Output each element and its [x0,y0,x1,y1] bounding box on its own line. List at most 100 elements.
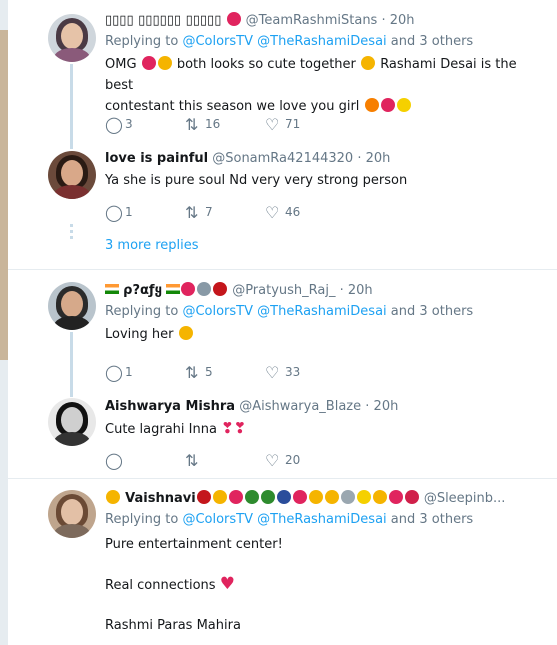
exclamation-heart-emoji: ❣ [233,419,247,437]
avatar[interactable] [48,398,96,446]
timeline-card: ▯▯▯▯ ▯▯▯▯▯▯ ▯▯▯▯▯ @TeamRashmiStans · 20h… [8,0,557,645]
tweet-text: Cute lagrahi Inna ❣❣ [105,419,247,437]
mention-link[interactable]: @ColorsTV [182,34,253,49]
heels-emoji [196,490,211,504]
replying-to: Replying to @ColorsTV @TheRashamiDesai a… [105,34,474,49]
heart-eyes-emoji [178,326,193,340]
halo-emoji [372,490,387,504]
mention-link[interactable]: @TheRashamiDesai [257,512,387,527]
heart-eyes-emoji [157,56,172,70]
tweet-text: OMG both looks so cute together Rashami … [105,56,517,114]
thread-line [70,332,73,397]
reply-button[interactable]: ◯ 1 [105,202,185,222]
party-popper-emoji [292,490,307,504]
avatar[interactable] [48,14,96,62]
retweet-icon: ⇅ [185,202,199,222]
like-button[interactable]: ♡ 71 [265,114,345,134]
like-button[interactable]: ♡ 46 [265,202,345,222]
red-heart-emoji: ♥ [219,574,235,594]
face-emoji [106,490,120,504]
reply-icon: ◯ [105,362,123,382]
exclamation-heart-emoji: ❣ [221,419,234,437]
mention-link[interactable]: @TheRashamiDesai [257,304,387,319]
like-icon: ♡ [265,362,280,382]
thread-dots [70,224,73,240]
trophy-emoji [324,490,339,504]
timestamp[interactable]: · 20h [340,283,373,298]
tweet-text: Loving her [105,324,547,345]
reply-button[interactable]: ◯ [105,450,185,470]
tweet-text: Real connections ♥ [105,574,235,594]
hearts-emoji [181,282,196,296]
tweet-actions: ◯ 3 ⇅ 16 ♡ 71 [105,114,345,134]
user-handle[interactable]: @Pratyush_Raj_ [232,283,335,298]
mention-link[interactable]: @TheRashamiDesai [257,34,387,49]
user-handle[interactable]: @SonamRa42144320 [212,151,353,166]
fireworks-emoji [276,490,291,504]
retweet-button[interactable]: ⇅ 7 [185,202,265,222]
tweet-text: Pure entertainment center! [105,537,283,552]
grin-emoji [361,56,376,70]
display-name[interactable]: Aishwarya Mishra [105,399,235,414]
swords-emoji [197,282,212,296]
hearts-emoji [388,490,403,504]
dizzy-emoji [356,490,371,504]
like-icon: ♡ [265,202,280,222]
lips-emoji [404,490,419,504]
reply-icon: ◯ [105,114,123,134]
india-flag-emoji [105,284,119,294]
retweet-button[interactable]: ⇅ 16 [185,114,265,134]
divider [8,478,557,479]
background-image [0,30,8,360]
crown-emoji [212,490,227,504]
tweet-actions: ◯ 1 ⇅ 7 ♡ 46 [105,202,345,222]
reply-icon: ◯ [105,450,123,470]
thread-line [70,64,73,149]
sparkles-emoji [396,98,411,112]
tanabata-emoji [260,490,275,504]
ring-emoji [340,490,355,504]
tweet-text: Ya she is pure soul Nd very very strong … [105,173,408,188]
avatar[interactable] [48,490,96,538]
timestamp[interactable]: · 20h [365,399,398,414]
more-replies-link[interactable]: 3 more replies [105,238,199,253]
avatar[interactable] [48,151,96,199]
timestamp[interactable]: · 20h [381,13,414,28]
retweet-button[interactable]: ⇅ [185,450,265,470]
tweet-actions: ◯ ⇅ ♡ 20 [105,450,345,470]
display-name[interactable]: Vaishnavi [125,491,196,506]
user-handle[interactable]: @Aishwarya_Blaze [239,399,361,414]
mention-link[interactable]: @ColorsTV [182,304,253,319]
avatar[interactable] [48,282,96,330]
background-strip [0,0,8,645]
ribbon-emoji [228,490,243,504]
reply-icon: ◯ [105,202,123,222]
hearts-emoji [380,98,395,112]
divider [8,269,557,270]
tweet-actions: ◯ 1 ⇅ 5 ♡ 33 [105,362,345,382]
user-handle[interactable]: @Sleepinb... [424,491,506,506]
hearts-emoji [226,12,241,26]
retweet-icon: ⇅ [185,450,199,470]
india-flag-emoji [166,284,181,294]
user-handle[interactable]: @TeamRashmiStans [246,13,378,28]
timestamp[interactable]: · 20h [357,151,390,166]
trumpet-emoji [308,490,323,504]
retweet-icon: ⇅ [185,114,199,134]
fire-emoji [364,98,379,112]
like-icon: ♡ [265,114,280,134]
display-name[interactable]: ρ?αƒყ [123,283,162,298]
reply-button[interactable]: ◯ 3 [105,114,185,134]
mention-link[interactable]: @ColorsTV [182,512,253,527]
retweet-button[interactable]: ⇅ 5 [185,362,265,382]
like-icon: ♡ [265,450,280,470]
like-button[interactable]: ♡ 20 [265,450,345,470]
retweet-icon: ⇅ [185,362,199,382]
display-name[interactable]: ▯▯▯▯ ▯▯▯▯▯▯ ▯▯▯▯▯ [105,13,221,28]
rose-emoji [213,282,228,296]
like-button[interactable]: ♡ 33 [265,362,345,382]
hearts-emoji [141,56,156,70]
reply-button[interactable]: ◯ 1 [105,362,185,382]
replying-to: Replying to @ColorsTV @TheRashamiDesai a… [105,512,474,527]
display-name[interactable]: love is painful [105,151,208,166]
